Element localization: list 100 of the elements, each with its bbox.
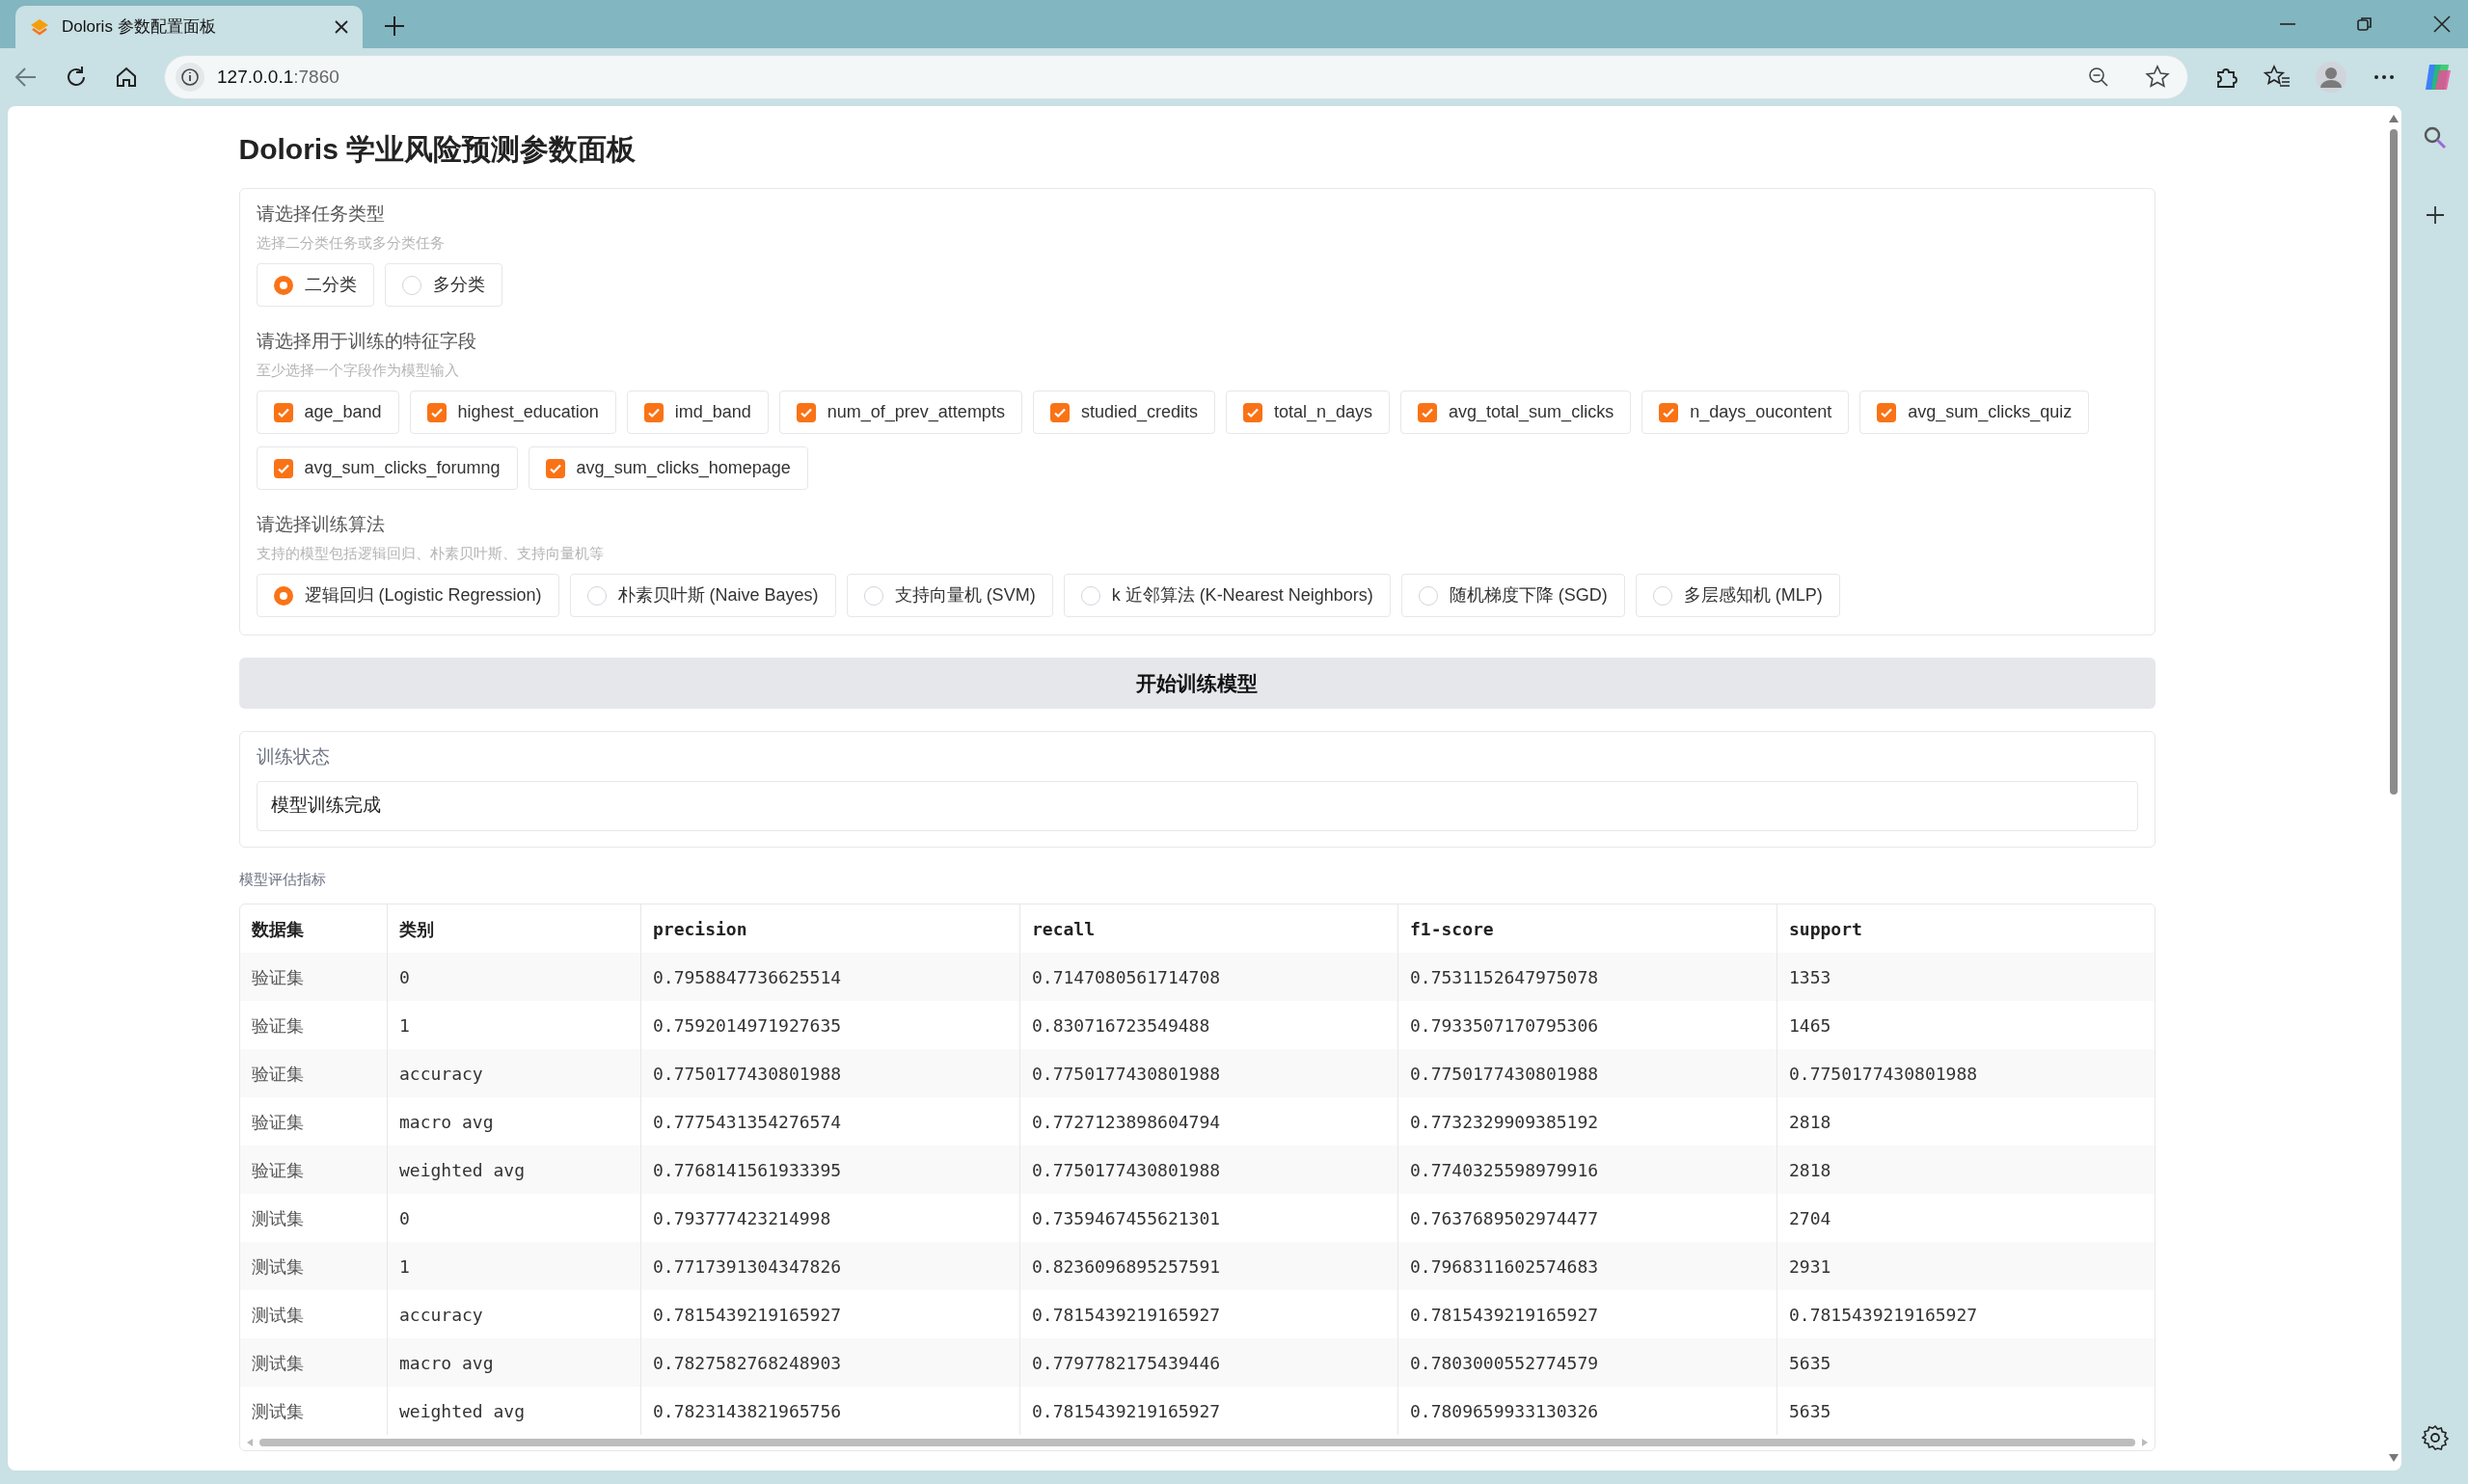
checkbox-option[interactable]: studied_credits bbox=[1032, 391, 1215, 434]
radio-button[interactable] bbox=[273, 585, 293, 606]
table-cell: 0 bbox=[387, 953, 641, 1001]
table-cell: 1465 bbox=[1776, 1001, 2155, 1049]
table-cell: 0.7637689502974477 bbox=[1397, 1194, 1777, 1242]
close-icon[interactable] bbox=[334, 19, 349, 35]
field-hint: 至少选择一个字段作为模型输入 bbox=[256, 360, 460, 380]
table-cell: macro avg bbox=[387, 1097, 641, 1146]
checkbox[interactable] bbox=[273, 402, 293, 422]
radio-button[interactable] bbox=[273, 275, 293, 295]
table-cell: 0.7815439219165927 bbox=[1776, 1290, 2155, 1338]
settings-icon[interactable] bbox=[2421, 1424, 2449, 1451]
table-cell: 0.7750177430801988 bbox=[1019, 1049, 1398, 1097]
checkbox[interactable] bbox=[1418, 402, 1438, 422]
checkbox[interactable] bbox=[1049, 402, 1070, 422]
scroll-right-icon[interactable] bbox=[2140, 1438, 2149, 1447]
train-button[interactable]: 开始训练模型 bbox=[238, 658, 2156, 709]
search-icon[interactable] bbox=[2422, 125, 2448, 150]
checkbox[interactable] bbox=[545, 458, 565, 478]
table-cell: 0.7815439219165927 bbox=[1397, 1290, 1777, 1338]
status-label: 训练状态 bbox=[256, 745, 331, 769]
url-text: 127.0.0.1:7860 bbox=[217, 65, 339, 89]
favorites-icon[interactable] bbox=[2264, 65, 2291, 90]
scrollbar-thumb[interactable] bbox=[258, 1439, 2135, 1446]
checkbox[interactable] bbox=[273, 458, 293, 478]
table-cell: 2818 bbox=[1776, 1146, 2155, 1194]
radio-button[interactable] bbox=[586, 585, 607, 606]
field-hint: 支持的模型包括逻辑回归、朴素贝叶斯、支持向量机等 bbox=[256, 543, 605, 563]
radio-option[interactable]: 多分类 bbox=[384, 263, 502, 307]
new-tab-icon[interactable] bbox=[384, 15, 405, 37]
status-field: 模型训练完成 bbox=[256, 780, 2138, 831]
table-cell: 0.7815439219165927 bbox=[1019, 1387, 1398, 1435]
table-cell: 测试集 bbox=[239, 1387, 388, 1435]
table-cell: 测试集 bbox=[239, 1290, 388, 1338]
table-caption: 模型评估指标 bbox=[238, 869, 327, 889]
scroll-up-icon[interactable] bbox=[2388, 114, 2400, 123]
radio-option[interactable]: 逻辑回归 (Logistic Regression) bbox=[256, 574, 559, 617]
checkbox-option[interactable]: avg_sum_clicks_homepage bbox=[528, 446, 808, 490]
radio-button[interactable] bbox=[1652, 585, 1672, 606]
table-cell: 0.793777423214998 bbox=[640, 1194, 1020, 1242]
checkbox[interactable] bbox=[1877, 402, 1897, 422]
radio-option[interactable]: 随机梯度下降 (SGD) bbox=[1400, 574, 1625, 617]
table-cell: 0.7740325598979916 bbox=[1397, 1146, 1777, 1194]
table-cell: 0.7750177430801988 bbox=[1397, 1049, 1777, 1097]
table-cell: weighted avg bbox=[387, 1146, 641, 1194]
table-cell: macro avg bbox=[387, 1338, 641, 1387]
tab-title: Doloris 参数配置面板 bbox=[62, 16, 217, 39]
browser-tab[interactable]: Doloris 参数配置面板 bbox=[15, 6, 363, 48]
table-cell: 0.830716723549488 bbox=[1019, 1001, 1398, 1049]
table-cell: 0.7823143821965756 bbox=[640, 1387, 1020, 1435]
table-cell: 0.7958847736625514 bbox=[640, 953, 1020, 1001]
close-icon[interactable] bbox=[2433, 15, 2451, 33]
checkbox[interactable] bbox=[796, 402, 816, 422]
table-cell: 0.7815439219165927 bbox=[640, 1290, 1020, 1338]
checkbox[interactable] bbox=[1242, 402, 1262, 422]
checkbox[interactable] bbox=[643, 402, 664, 422]
radio-option[interactable]: 多层感知机 (MLP) bbox=[1635, 574, 1840, 617]
table-cell: 验证集 bbox=[239, 1001, 388, 1049]
checkbox-option[interactable]: avg_sum_clicks_forumng bbox=[256, 446, 518, 490]
scrollbar-thumb[interactable] bbox=[2390, 129, 2398, 795]
checkbox-option[interactable]: n_days_oucontent bbox=[1641, 391, 1850, 434]
radio-option[interactable]: 二分类 bbox=[256, 263, 374, 307]
home-icon[interactable] bbox=[114, 65, 139, 90]
checkbox-option[interactable]: avg_sum_clicks_quiz bbox=[1859, 391, 2090, 434]
table-cell: 验证集 bbox=[239, 1097, 388, 1146]
star-icon[interactable] bbox=[2145, 65, 2170, 90]
table-cell: weighted avg bbox=[387, 1387, 641, 1435]
radio-option[interactable]: k 近邻算法 (K-Nearest Neighbors) bbox=[1063, 574, 1391, 617]
table-cell: 测试集 bbox=[239, 1242, 388, 1290]
table-cell: 0.7750177430801988 bbox=[1776, 1049, 2155, 1097]
plus-icon[interactable] bbox=[2424, 204, 2446, 226]
radio-option[interactable]: 支持向量机 (SVM) bbox=[846, 574, 1053, 617]
radio-button[interactable] bbox=[401, 275, 421, 295]
checkbox[interactable] bbox=[1659, 402, 1679, 422]
checkbox-option[interactable]: num_of_prev_attempts bbox=[778, 391, 1022, 434]
radio-option[interactable]: 朴素贝叶斯 (Naive Bayes) bbox=[569, 574, 836, 617]
table-cell: 0.7717391304347826 bbox=[640, 1242, 1020, 1290]
checkbox-option[interactable]: age_band bbox=[256, 391, 399, 434]
checkbox-option[interactable]: imd_band bbox=[626, 391, 769, 434]
scroll-left-icon[interactable] bbox=[245, 1438, 254, 1447]
table-cell: 0.7727123898604794 bbox=[1019, 1097, 1398, 1146]
restore-icon[interactable] bbox=[2356, 15, 2373, 33]
checkbox-option[interactable]: highest_education bbox=[409, 391, 616, 434]
table-cell: 0 bbox=[387, 1194, 641, 1242]
radio-button[interactable] bbox=[863, 585, 883, 606]
scroll-down-icon[interactable] bbox=[2388, 1453, 2400, 1463]
field-hint: 选择二分类任务或多分类任务 bbox=[256, 232, 446, 253]
address-bar[interactable]: 127.0.0.1:7860 bbox=[164, 55, 2188, 99]
profile-avatar-icon[interactable] bbox=[2316, 62, 2346, 93]
radio-button[interactable] bbox=[1080, 585, 1100, 606]
checkbox[interactable] bbox=[426, 402, 447, 422]
zoom-out-icon[interactable] bbox=[2087, 66, 2110, 89]
checkbox-option[interactable]: avg_total_sum_clicks bbox=[1400, 391, 1632, 434]
info-icon[interactable] bbox=[175, 62, 205, 93]
checkbox-option[interactable]: total_n_days bbox=[1225, 391, 1391, 434]
table-cell: 2818 bbox=[1776, 1097, 2155, 1146]
column-header[interactable]: 数据集 bbox=[239, 904, 388, 953]
radio-button[interactable] bbox=[1418, 585, 1438, 606]
logo-icon bbox=[29, 16, 50, 38]
table-cell: 2931 bbox=[1776, 1242, 2155, 1290]
